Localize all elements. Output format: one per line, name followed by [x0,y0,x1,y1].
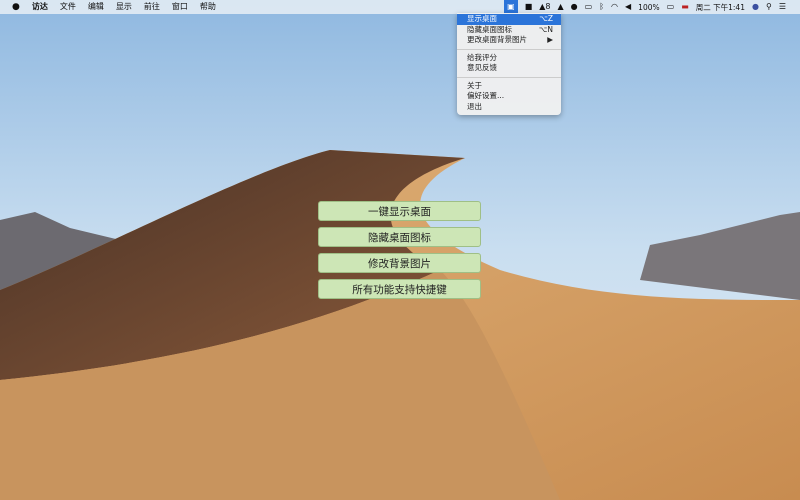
menu-separator [457,76,561,78]
menu-help[interactable]: 帮助 [194,0,222,14]
battery-icon[interactable]: ▭ [667,0,675,14]
label: 偏好设置... [467,91,505,100]
label: 关于 [467,80,482,90]
label: 隐藏桌面图标 [467,24,512,34]
show-desktop-button[interactable]: 一键显示桌面 [318,201,481,221]
label: 显示桌面 [467,14,497,23]
label: 更改桌面背景图片 [467,35,527,44]
menu-window[interactable]: 窗口 [166,0,194,14]
status-menu-dropdown: 显示桌面 ⌥Z 隐藏桌面图标 ⌥N 更改桌面背景图片 ▶ 给我评分 意见反馈 关于 偏… [457,13,561,115]
label: 意见反馈 [467,63,497,72]
app-status-icon[interactable]: ▣ [504,0,518,14]
desktop-wallpaper [0,0,800,500]
battery-percent[interactable]: 100% [638,3,659,12]
menu-item-change-wallpaper[interactable]: 更改桌面背景图片 ▶ [457,35,561,46]
menu-finder[interactable]: 访达 [26,0,54,14]
change-wallpaper-button[interactable]: 修改背景图片 [318,253,481,273]
wechat-icon[interactable]: ● [571,0,578,14]
qq-icon[interactable]: ▲8 [539,0,550,14]
bluetooth-icon[interactable]: ᛒ [599,0,604,14]
submenu-arrow-icon: ▶ [547,35,553,44]
airplay-icon[interactable]: ▭ [585,0,593,14]
notification-center-icon[interactable]: ☰ [779,0,786,14]
shortcut: ⌥N [538,24,553,34]
menu-edit[interactable]: 编辑 [82,0,110,14]
notification-bell-icon[interactable]: ▲ [558,0,564,14]
spotlight-search-icon[interactable]: ⚲ [766,0,772,14]
cat-icon[interactable]: ■ [525,0,533,14]
menu-view[interactable]: 显示 [110,0,138,14]
input-source-flag-icon[interactable]: ▬ [681,0,689,14]
menu-item-hide-icons[interactable]: 隐藏桌面图标 ⌥N [457,25,561,36]
apple-menu-icon[interactable]: ● [0,2,26,12]
shortcuts-info-button[interactable]: 所有功能支持快捷键 [318,279,481,299]
shortcut: ⌥Z [539,14,553,23]
menu-item-show-desktop[interactable]: 显示桌面 ⌥Z [457,14,561,25]
menu-item-preferences[interactable]: 偏好设置... [457,91,561,102]
hide-icons-button[interactable]: 隐藏桌面图标 [318,227,481,247]
label: 退出 [467,101,482,111]
menu-item-about[interactable]: 关于 [457,81,561,92]
menu-go[interactable]: 前往 [138,0,166,14]
menu-item-quit[interactable]: 退出 [457,102,561,113]
qq-count: 8 [545,2,551,11]
label: 给我评分 [467,52,497,62]
siri-icon[interactable]: ● [752,0,759,14]
volume-icon[interactable]: ◀ [625,0,631,14]
menu-item-feedback[interactable]: 意见反馈 [457,63,561,74]
menu-item-rate[interactable]: 给我评分 [457,53,561,64]
clock[interactable]: 周二 下午1:41 [696,2,745,13]
wifi-icon[interactable]: ◠ [611,0,618,14]
menu-file[interactable]: 文件 [54,0,82,14]
menu-separator [457,48,561,50]
menu-bar: ● 访达 文件 编辑 显示 前往 窗口 帮助 ▣ ■ ▲8 ▲ ● ▭ ᛒ ◠ … [0,0,800,14]
